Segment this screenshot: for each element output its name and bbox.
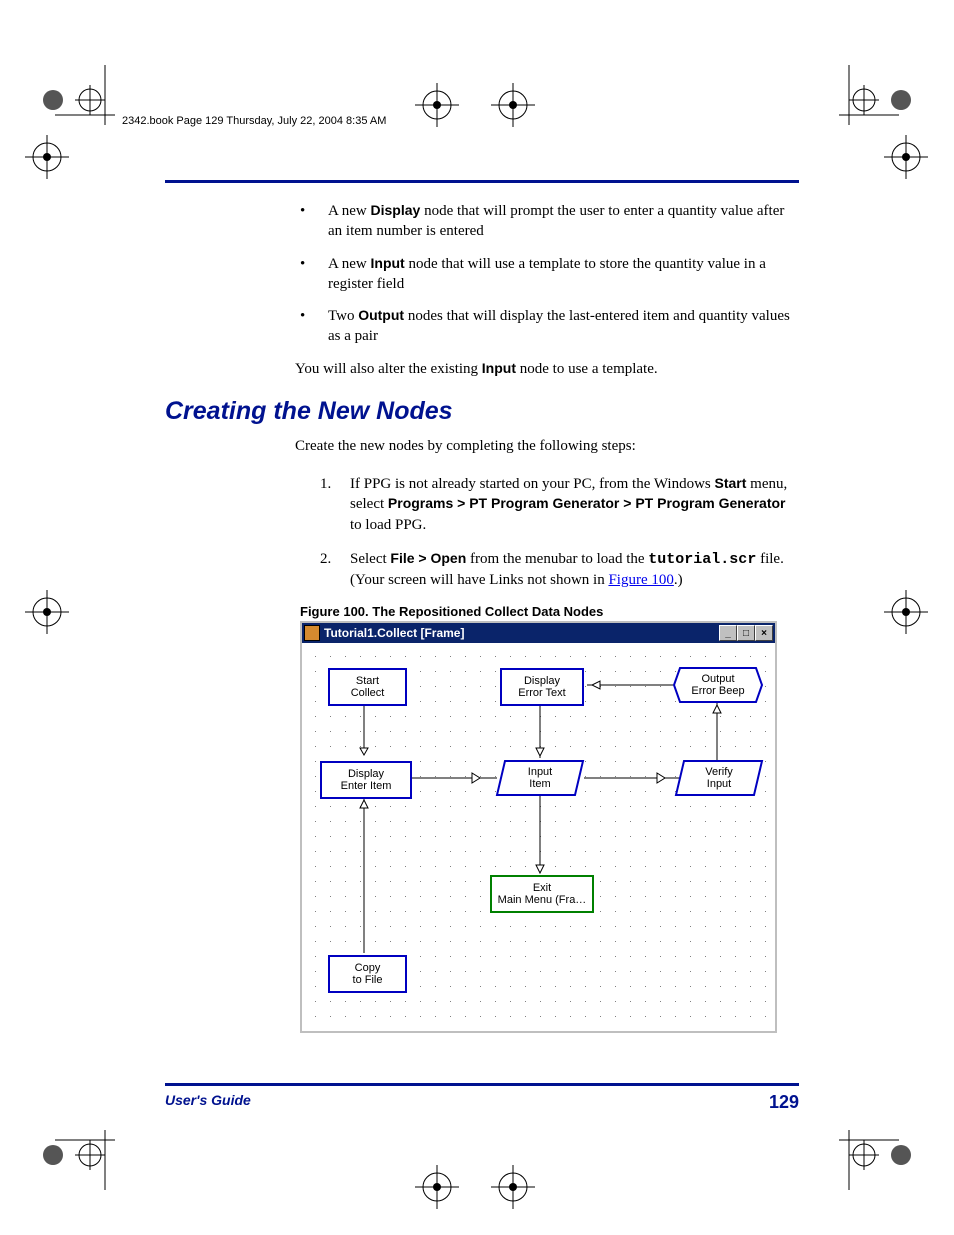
crop-mark xyxy=(415,78,535,133)
step-item: If PPG is not already started on your PC… xyxy=(320,474,799,535)
text: node to use a template. xyxy=(516,361,658,377)
crop-mark xyxy=(874,585,929,640)
section-heading: Creating the New Nodes xyxy=(165,397,799,426)
window-titlebar: Tutorial1.Collect [Frame] _ □ × xyxy=(302,623,775,643)
keyword: Input xyxy=(371,255,405,271)
node-verify-input[interactable]: VerifyInput xyxy=(680,761,758,795)
node-start-collect[interactable]: StartCollect xyxy=(328,668,407,706)
crop-mark xyxy=(415,1160,535,1215)
text: Select xyxy=(350,551,390,567)
menu-path: File > Open xyxy=(390,550,466,566)
bullet-item: A new Display node that will prompt the … xyxy=(300,201,799,242)
minimize-button[interactable]: _ xyxy=(719,625,737,641)
node-label: Start xyxy=(356,675,379,688)
alter-paragraph: You will also alter the existing Input n… xyxy=(295,359,799,379)
text: Two xyxy=(328,308,358,324)
crop-mark xyxy=(25,130,80,185)
text: A new xyxy=(328,203,371,219)
book-header-line: 2342.book Page 129 Thursday, July 22, 20… xyxy=(122,115,386,127)
text: .) xyxy=(674,572,683,588)
node-label: Item xyxy=(529,778,550,791)
node-label: Enter Item xyxy=(341,780,392,793)
keyword: Display xyxy=(371,202,421,218)
crop-mark xyxy=(25,65,115,155)
node-label: Error Beep xyxy=(691,685,744,698)
figure-caption: Figure 100. The Repositioned Collect Dat… xyxy=(300,604,799,619)
steps-list: If PPG is not already started on your PC… xyxy=(320,474,799,590)
text: to load PPG. xyxy=(350,517,426,533)
text: If PPG is not already started on your PC… xyxy=(350,476,715,492)
node-label: Display xyxy=(348,768,384,781)
step-item: Select File > Open from the menubar to l… xyxy=(320,549,799,591)
node-label: Verify xyxy=(705,766,733,779)
close-button[interactable]: × xyxy=(755,625,773,641)
crop-mark xyxy=(839,1100,929,1190)
keyword: Start xyxy=(715,475,747,491)
keyword: Output xyxy=(358,307,404,323)
window-title: Tutorial1.Collect [Frame] xyxy=(324,626,464,640)
node-label: Output xyxy=(701,673,734,686)
node-display-error-text[interactable]: DisplayError Text xyxy=(500,668,584,706)
app-icon xyxy=(304,625,320,641)
flowchart-canvas[interactable]: StartCollect DisplayError Text OutputErr… xyxy=(302,643,771,1031)
node-label: Input xyxy=(707,778,731,791)
top-rule xyxy=(165,180,799,183)
filename: tutorial.scr xyxy=(648,551,756,568)
crop-mark xyxy=(25,1100,115,1190)
node-label: Main Menu (Fra… xyxy=(498,894,587,907)
text: You will also alter the existing xyxy=(295,361,482,377)
intro-bullet-list: A new Display node that will prompt the … xyxy=(300,201,799,347)
page-footer: User's Guide 129 xyxy=(165,1083,799,1113)
node-label: Input xyxy=(528,766,552,779)
node-display-enter-item[interactable]: DisplayEnter Item xyxy=(320,761,412,799)
node-label: Collect xyxy=(351,687,385,700)
node-label: Copy xyxy=(355,962,381,975)
maximize-button[interactable]: □ xyxy=(737,625,755,641)
footer-title: User's Guide xyxy=(165,1092,251,1113)
node-copy-to-file[interactable]: Copyto File xyxy=(328,955,407,993)
node-label: Error Text xyxy=(518,687,565,700)
page-number: 129 xyxy=(769,1092,799,1113)
crop-mark xyxy=(25,585,80,640)
figure-link[interactable]: Figure 100 xyxy=(608,572,673,588)
node-input-item[interactable]: InputItem xyxy=(500,761,580,795)
text: from the menubar to load the xyxy=(466,551,648,567)
node-label: Display xyxy=(524,675,560,688)
crop-mark xyxy=(874,130,929,185)
intro-paragraph: Create the new nodes by completing the f… xyxy=(295,436,799,456)
node-label: Exit xyxy=(533,882,551,895)
bullet-item: A new Input node that will use a templat… xyxy=(300,254,799,295)
node-output-error-beep[interactable]: OutputError Beep xyxy=(678,668,758,702)
bullet-item: Two Output nodes that will display the l… xyxy=(300,306,799,347)
node-label: to File xyxy=(353,974,383,987)
figure-window: Tutorial1.Collect [Frame] _ □ × xyxy=(300,621,777,1033)
keyword: Input xyxy=(482,360,516,376)
node-exit-main-menu[interactable]: ExitMain Menu (Fra… xyxy=(490,875,594,913)
text: A new xyxy=(328,256,371,272)
crop-mark xyxy=(839,65,929,155)
menu-path: Programs > PT Program Generator > PT Pro… xyxy=(388,495,786,511)
